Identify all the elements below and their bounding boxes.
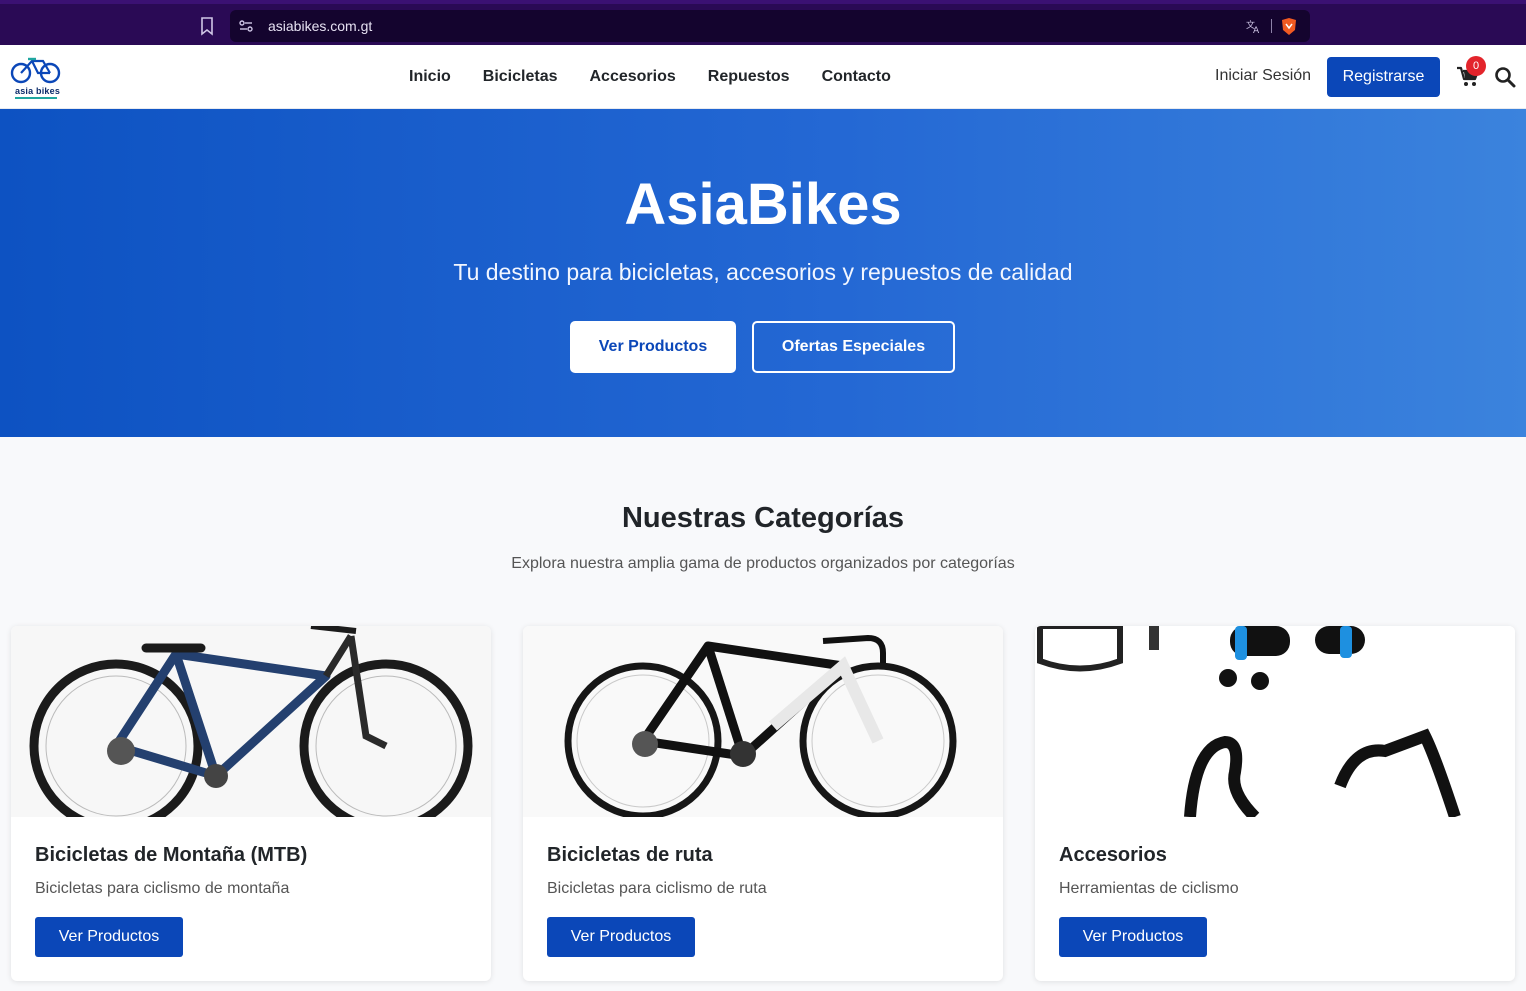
road-bike-image (564, 634, 957, 817)
hero-banner: AsiaBikes Tu destino para bicicletas, ac… (0, 109, 1526, 437)
category-card-title: Bicicletas de ruta (547, 844, 713, 866)
main-nav: Inicio Bicicletas Accesorios Repuestos C… (393, 45, 907, 109)
categories-title: Nuestras Categorías (621, 502, 905, 534)
nav-link-inicio[interactable]: Inicio (409, 68, 451, 86)
category-image-mtb[interactable] (11, 626, 491, 817)
logo-underline (15, 97, 57, 99)
special-offers-button[interactable]: Ofertas Especiales (752, 321, 955, 373)
register-button[interactable]: Registrarse (1327, 57, 1440, 97)
address-bar[interactable]: asiabikes.com.gt 文A (230, 10, 1310, 42)
category-card-description: Herramientas de ciclismo (1059, 880, 1239, 897)
url-text[interactable]: asiabikes.com.gt (268, 18, 372, 34)
category-image-accessories[interactable] (1035, 626, 1515, 817)
mountain-bike-image (29, 626, 473, 817)
svg-text:A: A (1253, 26, 1260, 34)
login-link[interactable]: Iniciar Sesión (1215, 67, 1311, 85)
accessories-image (1037, 626, 1461, 817)
site-logo[interactable]: asia bikes (10, 55, 66, 99)
bike-logo-icon (10, 57, 61, 84)
translate-icon[interactable]: 文A (1246, 18, 1262, 34)
logo-text: asia bikes (15, 86, 61, 96)
browser-toolbar: asiabikes.com.gt 文A (0, 0, 1526, 45)
category-image-road[interactable] (523, 626, 1003, 817)
category-card-title: Accesorios (1059, 844, 1167, 866)
nav-link-accesorios[interactable]: Accesorios (590, 68, 676, 86)
site-navbar: asia bikes Inicio Bicicletas Accesorios … (0, 45, 1526, 109)
category-view-products-button[interactable]: Ver Productos (1059, 917, 1207, 957)
nav-link-bicicletas[interactable]: Bicicletas (483, 68, 558, 86)
toolbar-divider (1271, 19, 1272, 33)
categories-subtitle: Explora nuestra amplia gama de productos… (511, 555, 1015, 572)
brave-shield-icon[interactable] (1280, 17, 1298, 36)
category-card-description: Bicicletas para ciclismo de ruta (547, 880, 767, 897)
view-products-button[interactable]: Ver Productos (570, 321, 736, 373)
cart-count-badge: 0 (1466, 56, 1486, 76)
category-card-description: Bicicletas para ciclismo de montaña (35, 880, 290, 897)
hero-title: AsiaBikes (624, 172, 902, 237)
category-card-accessories: Accesorios Herramientas de ciclismo Ver … (1035, 626, 1515, 981)
category-view-products-button[interactable]: Ver Productos (547, 917, 695, 957)
nav-link-contacto[interactable]: Contacto (822, 68, 891, 86)
nav-link-repuestos[interactable]: Repuestos (708, 68, 790, 86)
category-card-road: Bicicletas de ruta Bicicletas para cicli… (523, 626, 1003, 981)
category-card-title: Bicicletas de Montaña (MTB) (35, 844, 308, 866)
search-icon[interactable] (1494, 66, 1516, 88)
site-settings-icon[interactable] (238, 18, 254, 34)
category-view-products-button[interactable]: Ver Productos (35, 917, 183, 957)
category-card-mtb: Bicicletas de Montaña (MTB) Bicicletas p… (11, 626, 491, 981)
hero-subtitle: Tu destino para bicicletas, accesorios y… (453, 259, 1073, 285)
bookmark-icon[interactable] (199, 16, 215, 36)
